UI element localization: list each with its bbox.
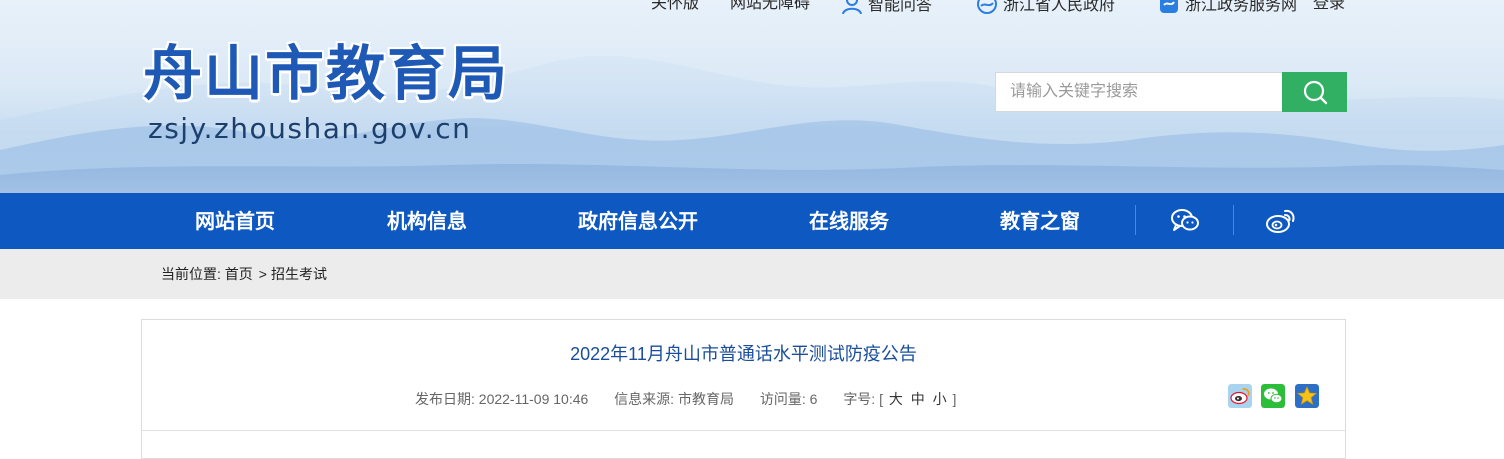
accessibility-link[interactable]: 网站无障碍	[730, 0, 810, 14]
site-header: 关怀版 网站无障碍 智能问答 浙江省人民政府 浙江政务服务网 登录 舟山市教育局…	[0, 0, 1504, 193]
nav-divider	[1233, 205, 1234, 235]
zj-gov-link[interactable]: 浙江省人民政府	[977, 0, 1115, 16]
article-meta: 发布日期: 2022-11-09 10:46 信息来源: 市教育局 访问量: 6…	[415, 389, 978, 409]
breadcrumb: 当前位置: 首页 > 招生考试	[161, 249, 327, 299]
zj-gov-icon	[977, 0, 997, 14]
user-service-icon	[842, 0, 862, 14]
favorite-star-icon[interactable]	[1295, 384, 1319, 408]
article-panel: 2022年11月舟山市普通话水平测试防疫公告 发布日期: 2022-11-09 …	[141, 319, 1346, 459]
publish-date: 发布日期: 2022-11-09 10:46	[415, 391, 589, 407]
nav-item-education-window[interactable]: 教育之窗	[1000, 193, 1080, 249]
zj-gov-label: 浙江省人民政府	[1003, 0, 1116, 14]
smart-qa-label: 智能问答	[868, 0, 933, 14]
search-button[interactable]	[1282, 72, 1347, 112]
zj-service-link[interactable]: 浙江政务服务网	[1159, 0, 1297, 16]
search-input[interactable]	[995, 72, 1283, 112]
font-size-label: 字号: [	[843, 391, 883, 407]
smart-qa-link[interactable]: 智能问答	[842, 0, 932, 16]
weibo-icon[interactable]	[1265, 205, 1297, 237]
share-weibo-icon[interactable]	[1228, 384, 1252, 408]
article-title: 2022年11月舟山市普通话水平测试防疫公告	[570, 344, 917, 364]
breadcrumb-separator: >	[258, 266, 267, 282]
font-size-small[interactable]: 小	[933, 391, 947, 407]
font-size-end: ]	[952, 391, 957, 407]
nav-item-organization[interactable]: 机构信息	[387, 193, 467, 249]
breadcrumb-prefix: 当前位置:	[161, 266, 221, 282]
breadcrumb-current-link[interactable]: 招生考试	[271, 266, 327, 282]
font-size-large[interactable]: 大	[889, 391, 903, 407]
font-size-medium[interactable]: 中	[911, 391, 925, 407]
main-nav: 网站首页 机构信息 政府信息公开 在线服务 教育之窗	[0, 193, 1504, 249]
view-count: 访问量: 6	[759, 391, 818, 407]
top-links-bar: 关怀版 网站无障碍 智能问答 浙江省人民政府 浙江政务服务网 登录	[0, 0, 1504, 16]
breadcrumb-home-link[interactable]: 首页	[225, 266, 253, 282]
site-domain: zsjy.zhoushan.gov.cn	[148, 112, 472, 145]
nav-divider	[1135, 205, 1136, 235]
wechat-icon[interactable]	[1169, 205, 1201, 237]
zj-service-icon	[1160, 0, 1178, 13]
info-source: 信息来源: 市教育局	[614, 391, 734, 407]
nav-item-online-service[interactable]: 在线服务	[809, 193, 889, 249]
search-box	[995, 72, 1347, 112]
elder-version-link[interactable]: 关怀版	[651, 0, 699, 14]
nav-item-home[interactable]: 网站首页	[195, 193, 275, 249]
share-wechat-icon[interactable]	[1261, 384, 1285, 408]
login-link[interactable]: 登录	[1313, 0, 1345, 14]
site-logo-title[interactable]: 舟山市教育局	[143, 38, 509, 110]
search-icon	[1303, 80, 1327, 105]
nav-item-gov-info[interactable]: 政府信息公开	[578, 193, 698, 249]
zj-service-label: 浙江政务服务网	[1185, 0, 1298, 14]
font-size-switcher: 字号: [ 大 中 小 ]	[843, 391, 956, 407]
breadcrumb-bar: 当前位置: 首页 > 招生考试	[0, 249, 1504, 299]
article-divider	[142, 430, 1345, 431]
